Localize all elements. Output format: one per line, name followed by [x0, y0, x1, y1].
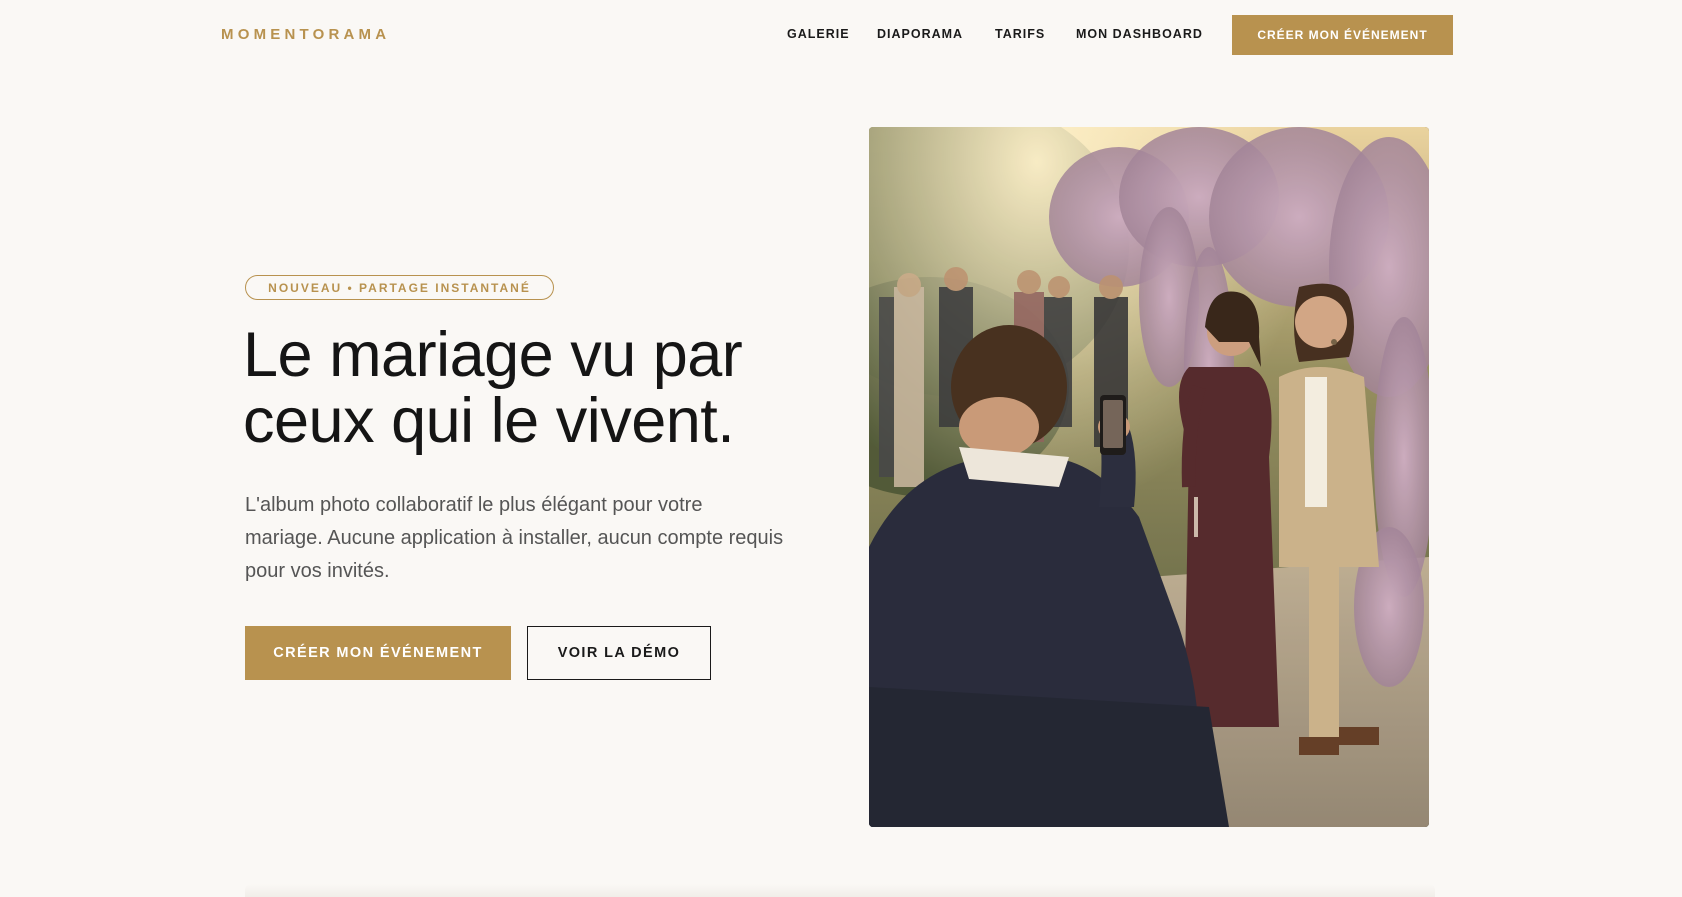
- hero-wedding-photo: [869, 127, 1429, 827]
- brand-logo[interactable]: MOMENTORAMA: [221, 26, 390, 43]
- new-feature-badge: NOUVEAU • PARTAGE INSTANTANÉ: [245, 275, 554, 300]
- hero-headline: Le mariage vu par ceux qui le vivent.: [243, 322, 803, 454]
- create-event-nav-button[interactable]: CRÉER MON ÉVÉNEMENT: [1232, 15, 1453, 55]
- nav-item-tarifs[interactable]: TARIFS: [995, 27, 1045, 41]
- create-event-button[interactable]: CRÉER MON ÉVÉNEMENT: [245, 626, 511, 680]
- nav-item-galerie[interactable]: GALERIE: [787, 27, 850, 41]
- hero-headline-line-2: ceux qui le vivent.: [243, 386, 735, 456]
- hero-headline-line-1: Le mariage vu par: [243, 320, 743, 390]
- nav-item-diaporama[interactable]: DIAPORAMA: [877, 27, 963, 41]
- nav-item-mon-dashboard[interactable]: MON DASHBOARD: [1076, 27, 1203, 41]
- wedding-photo-illustration: [869, 127, 1429, 827]
- top-navigation-bar: MOMENTORAMA GALERIE DIAPORAMA TARIFS MON…: [0, 0, 1682, 70]
- view-demo-button[interactable]: VOIR LA DÉMO: [527, 626, 711, 680]
- hero-description: L'album photo collaboratif le plus éléga…: [245, 494, 784, 582]
- next-section-edge: [245, 884, 1435, 897]
